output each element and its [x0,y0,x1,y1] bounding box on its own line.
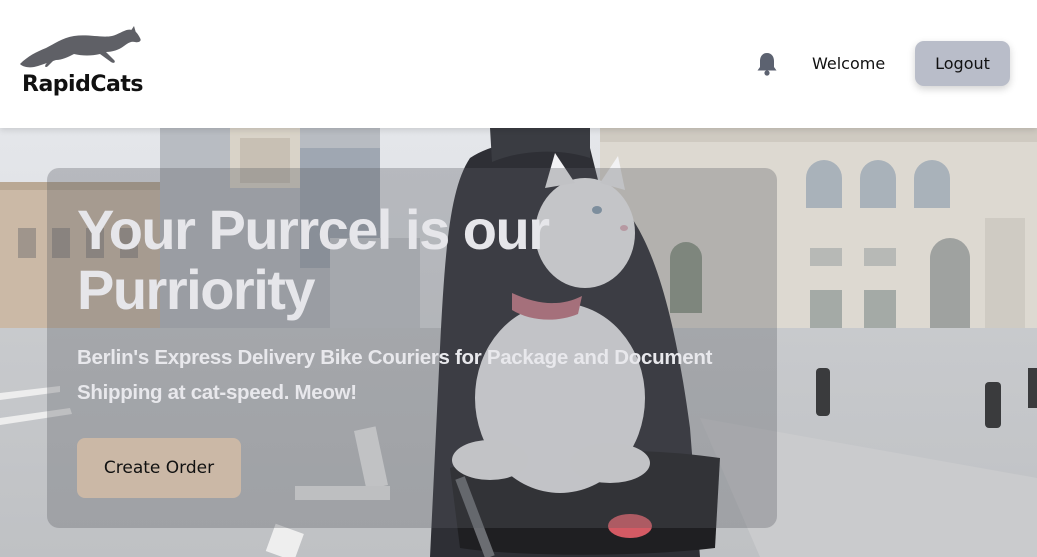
notification-bell[interactable] [755,51,779,77]
running-cat-icon [20,26,141,68]
hero-subtitle: Berlin's Express Delivery Bike Couriers … [77,346,713,404]
logout-button[interactable]: Logout [915,41,1010,86]
welcome-text: Welcome [812,54,886,73]
bell-icon [757,53,777,76]
brand-logo[interactable]: RapidCats [18,26,148,106]
top-navbar: RapidCats Welcome Logout [0,0,1037,128]
brand-name: RapidCats [22,72,143,97]
create-order-button[interactable]: Create Order [77,438,241,498]
hero-section: Your Purrcel is our Purriority Berlin's … [0,128,1037,557]
hero-title: Your Purrcel is our Purriority [77,198,550,321]
